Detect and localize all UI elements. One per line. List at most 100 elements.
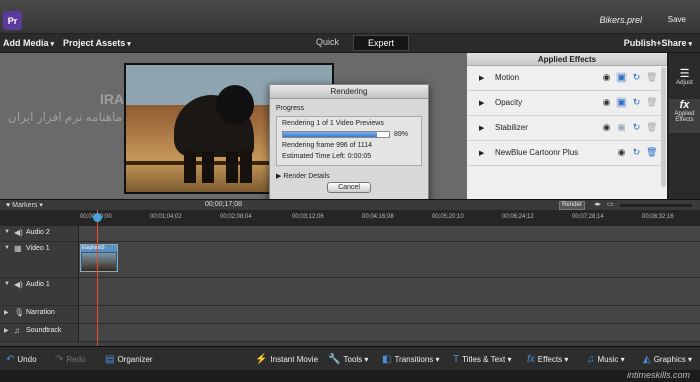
effects-button[interactable]: fx Effects ▾ [527, 354, 568, 365]
current-timecode: 00;00;17;08 [205, 201, 242, 208]
clip-label: Elephant2-v.mov [81, 245, 117, 252]
fit-timeline-icon[interactable]: ◂▸ [594, 200, 601, 208]
lock-icon[interactable]: ▣ [616, 72, 627, 83]
expand-icon[interactable]: ▶ [4, 309, 9, 316]
eye-icon[interactable]: ◉ [601, 72, 612, 83]
expand-icon[interactable]: ▶ [4, 327, 9, 334]
collapse-icon[interactable]: ▼ [4, 281, 10, 287]
music-button[interactable]: ♫ Music ▾ [587, 354, 625, 365]
track-soundtrack[interactable]: ▶ ♫ Soundtrack [0, 324, 700, 342]
track-narration[interactable]: ▶ 🎙 Narration [0, 306, 700, 324]
project-assets-menu[interactable]: Project Assets ▾ [63, 38, 131, 48]
save-button[interactable]: Save [668, 15, 686, 24]
expand-triangle-icon[interactable]: ▶ [479, 99, 484, 107]
publish-share-menu[interactable]: Publish+Share ▾ [624, 38, 692, 48]
trash-icon[interactable]: 🗑 [646, 97, 657, 108]
reset-icon[interactable]: ↻ [631, 72, 642, 83]
progress-percent: 89% [394, 131, 409, 138]
render-details-toggle[interactable]: ▶ Render Details [276, 172, 422, 180]
ruler-tick: 00;03;12;06 [292, 214, 324, 220]
expand-triangle-icon[interactable]: ▶ [479, 149, 484, 157]
track-video-1[interactable]: ▼ ▦ Video 1 Elephant2-v.mov [0, 242, 700, 278]
microphone-icon[interactable]: 🎙 [14, 308, 24, 317]
video-clip[interactable]: Elephant2-v.mov [80, 244, 118, 272]
transitions-button[interactable]: ◧ Transitions ▾ [382, 354, 440, 365]
chevron-down-icon: ▾ [39, 202, 43, 209]
panel-title: Applied Effects [467, 53, 667, 66]
zoom-out-icon[interactable]: ▭ [607, 200, 614, 208]
ruler-tick: 00;04;16;08 [362, 214, 394, 220]
eye-icon[interactable]: ◉ [601, 97, 612, 108]
ruler-tick: 00;05;20;10 [432, 214, 464, 220]
tools-button[interactable]: 🔧 Tools ▾ [328, 354, 368, 365]
zoom-slider[interactable] [620, 204, 692, 207]
frame-counter-text: Rendering frame 996 of 1114 [282, 142, 373, 149]
speaker-icon[interactable]: ◀) [14, 228, 23, 237]
add-media-menu[interactable]: Add Media ▾ [3, 38, 54, 48]
titles-icon: T [453, 354, 460, 365]
effect-row-opacity[interactable]: ▶ Opacity ◉ ▣ ↻ 🗑 [467, 91, 667, 116]
clip-thumbnail [82, 253, 116, 271]
adjust-button[interactable]: ☰ Adjust [669, 67, 700, 86]
ruler-tick: 00;07;28;14 [572, 214, 604, 220]
tab-expert[interactable]: Expert [353, 35, 410, 51]
markers-menu[interactable]: ♥ Markers ▾ [6, 201, 43, 209]
applied-effects-button[interactable]: fx Applied Effects [669, 99, 700, 133]
trash-icon[interactable]: 🗑 [646, 72, 657, 83]
lock-icon[interactable]: ▣ [616, 122, 627, 133]
render-button[interactable]: Render [559, 201, 585, 210]
effect-row-newblue-cartoonr[interactable]: ▶ NewBlue Cartoonr Plus ◉ ↻ 🗑 [467, 141, 667, 166]
wrench-icon: 🔧 [328, 354, 341, 365]
playhead-handle[interactable] [93, 213, 102, 222]
music-note-icon[interactable]: ♫ [14, 326, 20, 335]
project-name: Bikers.prel [599, 15, 642, 25]
lock-icon[interactable]: ▣ [616, 97, 627, 108]
footer-watermark: intimeskills.com [626, 370, 690, 380]
expand-triangle-icon[interactable]: ▶ [479, 124, 484, 132]
eye-icon[interactable]: ◉ [601, 122, 612, 133]
instant-movie-button[interactable]: ⚡ Instant Movie [255, 354, 318, 365]
track-audio-1[interactable]: ▼ ◀) Audio 1 [0, 278, 700, 306]
reset-icon[interactable]: ↻ [631, 97, 642, 108]
redo-icon: ↷ [55, 354, 64, 365]
timeline-header-bar: ♥ Markers ▾ 00;00;17;08 Render ◂▸ ▭ [0, 199, 700, 210]
playhead-line[interactable] [97, 210, 98, 346]
reset-icon[interactable]: ↻ [631, 147, 642, 158]
graphics-button[interactable]: ◭ Graphics ▾ [643, 354, 692, 365]
trash-icon[interactable]: 🗑 [646, 122, 657, 133]
ruler-tick: 00;02;08;04 [220, 214, 252, 220]
effect-row-stabilizer[interactable]: ▶ Stabilizer ◉ ▣ ↻ 🗑 [467, 116, 667, 141]
film-icon[interactable]: ▦ [14, 244, 22, 253]
organizer-button[interactable]: ▤ Organizer [105, 354, 153, 365]
render-status-text: Rendering 1 of 1 Video Previews [282, 120, 384, 127]
ruler-tick: 00;08;32;16 [642, 214, 674, 220]
eye-icon[interactable]: ◉ [616, 147, 627, 158]
titles-text-button[interactable]: T Titles & Text ▾ [453, 354, 511, 365]
side-tool-panel: ☰ Adjust fx Applied Effects [669, 53, 700, 199]
effect-row-motion[interactable]: ▶ Motion ◉ ▣ ↻ 🗑 [467, 66, 667, 91]
timeline-tracks: ▼ ◀) Audio 2 ▼ ▦ Video 1 Elephant2-v.mov… [0, 226, 700, 346]
effect-name: Opacity [495, 98, 523, 107]
panel-scrollbar[interactable] [661, 67, 666, 187]
tab-quick[interactable]: Quick [302, 35, 353, 51]
trash-icon[interactable]: 🗑 [646, 147, 657, 158]
progress-box: Rendering 1 of 1 Video Previews 89% Rend… [276, 116, 422, 166]
progress-bar [282, 131, 390, 138]
speaker-icon[interactable]: ◀) [14, 280, 23, 289]
ruler-tick: 00;01;04;02 [150, 214, 182, 220]
graphics-icon: ◭ [643, 354, 651, 365]
mode-tabs: Quick Expert [302, 35, 410, 51]
redo-button[interactable]: ↷ Redo [55, 354, 86, 365]
disclosure-triangle-icon: ▶ [276, 173, 282, 180]
cancel-button[interactable]: Cancel [327, 182, 371, 193]
timeline-ruler[interactable]: 00;00;00;00 00;01;04;02 00;02;08;04 00;0… [0, 210, 700, 226]
transitions-icon: ◧ [382, 354, 392, 365]
title-bar: Pr Bikers.prel Save [0, 0, 700, 34]
undo-button[interactable]: ↶ Undo [6, 354, 37, 365]
collapse-icon[interactable]: ▼ [4, 245, 10, 251]
collapse-icon[interactable]: ▼ [4, 229, 10, 235]
reset-icon[interactable]: ↻ [631, 122, 642, 133]
expand-triangle-icon[interactable]: ▶ [479, 74, 484, 82]
sliders-icon: ☰ [679, 68, 690, 80]
track-audio-2[interactable]: ▼ ◀) Audio 2 [0, 226, 700, 242]
